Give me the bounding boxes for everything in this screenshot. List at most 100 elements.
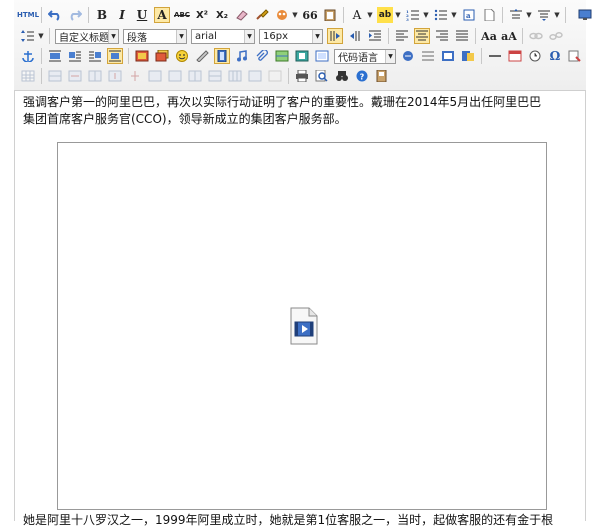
direction-rtl-button[interactable] — [347, 28, 363, 44]
forecolor-button[interactable]: A — [349, 7, 365, 23]
line-height-button[interactable] — [20, 28, 36, 44]
align-left-button[interactable] — [394, 28, 410, 44]
time-button[interactable] — [527, 48, 543, 64]
auto-typeset-button[interactable] — [274, 7, 290, 23]
font-family-select-value: arial — [195, 30, 217, 42]
source-button[interactable]: HTML — [17, 7, 39, 23]
font-family-select[interactable]: arial ▼ — [191, 28, 255, 44]
row-spacing-top-button[interactable] — [508, 7, 524, 23]
preview-button[interactable] — [314, 68, 330, 84]
clear-doc-button[interactable] — [481, 7, 497, 23]
undo-button[interactable] — [47, 7, 63, 23]
merge-right-button[interactable] — [147, 68, 163, 84]
ltr-icon — [330, 31, 340, 41]
split-cells-button[interactable] — [187, 68, 203, 84]
insert-table-button[interactable] — [20, 68, 36, 84]
format-painter-button[interactable] — [254, 7, 270, 23]
word-image-icon — [462, 51, 474, 61]
delete-col-button[interactable] — [107, 68, 123, 84]
row-spacing-top-dropdown-icon[interactable]: ▼ — [526, 7, 532, 23]
map-button[interactable] — [274, 48, 290, 64]
drafts-button[interactable] — [374, 68, 390, 84]
touppercase-button[interactable]: Aa — [481, 28, 497, 44]
background-button[interactable] — [440, 48, 456, 64]
delete-row-button[interactable] — [67, 68, 83, 84]
direction-ltr-button[interactable] — [327, 28, 343, 44]
paragraph-select[interactable]: 段落 ▼ — [123, 28, 187, 44]
editor-content-area[interactable]: 强调客户第一的阿里巴巴，再次以实际行动证明了客户的重要性。戴珊在2014年5月出… — [14, 90, 586, 527]
select-all-button[interactable]: a — [461, 7, 477, 23]
insert-image-button[interactable] — [134, 48, 150, 64]
horizontal-rule-button[interactable] — [487, 48, 503, 64]
typeset-dropdown-icon[interactable]: ▼ — [292, 7, 298, 23]
merge-cells-icon — [131, 71, 139, 81]
attachment-button[interactable] — [254, 48, 270, 64]
template-button[interactable] — [420, 48, 436, 64]
line-height-dropdown-icon[interactable]: ▼ — [38, 28, 44, 44]
unordered-list-dropdown-icon[interactable]: ▼ — [451, 7, 457, 23]
word-image-button[interactable] — [460, 48, 476, 64]
video-embed-placeholder[interactable] — [57, 142, 547, 510]
row-spacing-bottom-dropdown-icon[interactable]: ▼ — [554, 7, 560, 23]
image-left-button[interactable] — [67, 48, 83, 64]
heading-select[interactable]: 自定义标题 ▼ — [55, 28, 119, 44]
row-spacing-bottom-button[interactable] — [536, 7, 552, 23]
align-center-button[interactable] — [414, 28, 430, 44]
merge-cells-button[interactable] — [127, 68, 143, 84]
image-none-button[interactable] — [47, 48, 63, 64]
search-replace-button[interactable] — [567, 48, 583, 64]
eraser-button[interactable] — [234, 7, 250, 23]
insert-row-button[interactable] — [47, 68, 63, 84]
link-button[interactable] — [528, 28, 544, 44]
indent-button[interactable] — [367, 28, 383, 44]
table-props-button[interactable] — [267, 68, 283, 84]
insert-col-button[interactable] — [87, 68, 103, 84]
split-cols-button[interactable] — [227, 68, 243, 84]
insert-video-button[interactable] — [214, 48, 230, 64]
date-button[interactable] — [507, 48, 523, 64]
fullscreen-button[interactable] — [577, 7, 593, 23]
insert-frame-button[interactable] — [314, 48, 330, 64]
bold-button[interactable]: B — [94, 7, 110, 23]
ordered-list-dropdown-icon[interactable]: ▼ — [423, 7, 429, 23]
search-button[interactable] — [334, 68, 350, 84]
fontborder-button[interactable]: A — [154, 7, 170, 23]
gmap-button[interactable] — [294, 48, 310, 64]
emotion-button[interactable] — [174, 48, 190, 64]
tolowercase-button[interactable]: aA — [501, 28, 517, 44]
superscript-button[interactable]: X² — [194, 7, 210, 23]
multi-image-button[interactable] — [154, 48, 170, 64]
scrawl-button[interactable] — [194, 48, 210, 64]
help-button[interactable]: ? — [354, 68, 370, 84]
backcolor-dropdown-icon[interactable]: ▼ — [395, 7, 401, 23]
smiley-icon — [176, 50, 188, 62]
align-right-button[interactable] — [434, 28, 450, 44]
underline-button[interactable]: U — [134, 7, 150, 23]
backcolor-button[interactable]: ab — [377, 7, 393, 23]
unlink-button[interactable] — [548, 28, 564, 44]
special-chars-button[interactable]: Ω — [547, 48, 563, 64]
anchor-button[interactable] — [20, 48, 36, 64]
image-center-button[interactable] — [107, 48, 123, 64]
merge-down-button[interactable] — [167, 68, 183, 84]
print-button[interactable] — [294, 68, 310, 84]
subscript-button[interactable]: X₂ — [214, 7, 230, 23]
video-icon — [217, 50, 227, 62]
paste-plain-button[interactable] — [322, 7, 338, 23]
pagebreak-button[interactable] — [400, 48, 416, 64]
svg-text:a: a — [466, 11, 471, 20]
ordered-list-button[interactable]: 123 — [405, 7, 421, 23]
unordered-list-button[interactable] — [433, 7, 449, 23]
blockquote-button[interactable]: 66 — [302, 7, 318, 23]
split-rows-button[interactable] — [207, 68, 223, 84]
forecolor-dropdown-icon[interactable]: ▼ — [367, 7, 373, 23]
font-size-select[interactable]: 16px ▼ — [259, 28, 323, 44]
italic-button[interactable]: I — [114, 7, 130, 23]
image-right-button[interactable] — [87, 48, 103, 64]
align-justify-button[interactable] — [454, 28, 470, 44]
code-language-select[interactable]: 代码语言 ▼ — [334, 48, 396, 64]
strikethrough-button[interactable]: ABC — [174, 7, 190, 23]
chart-button[interactable] — [247, 68, 263, 84]
music-button[interactable] — [234, 48, 250, 64]
redo-button[interactable] — [67, 7, 83, 23]
